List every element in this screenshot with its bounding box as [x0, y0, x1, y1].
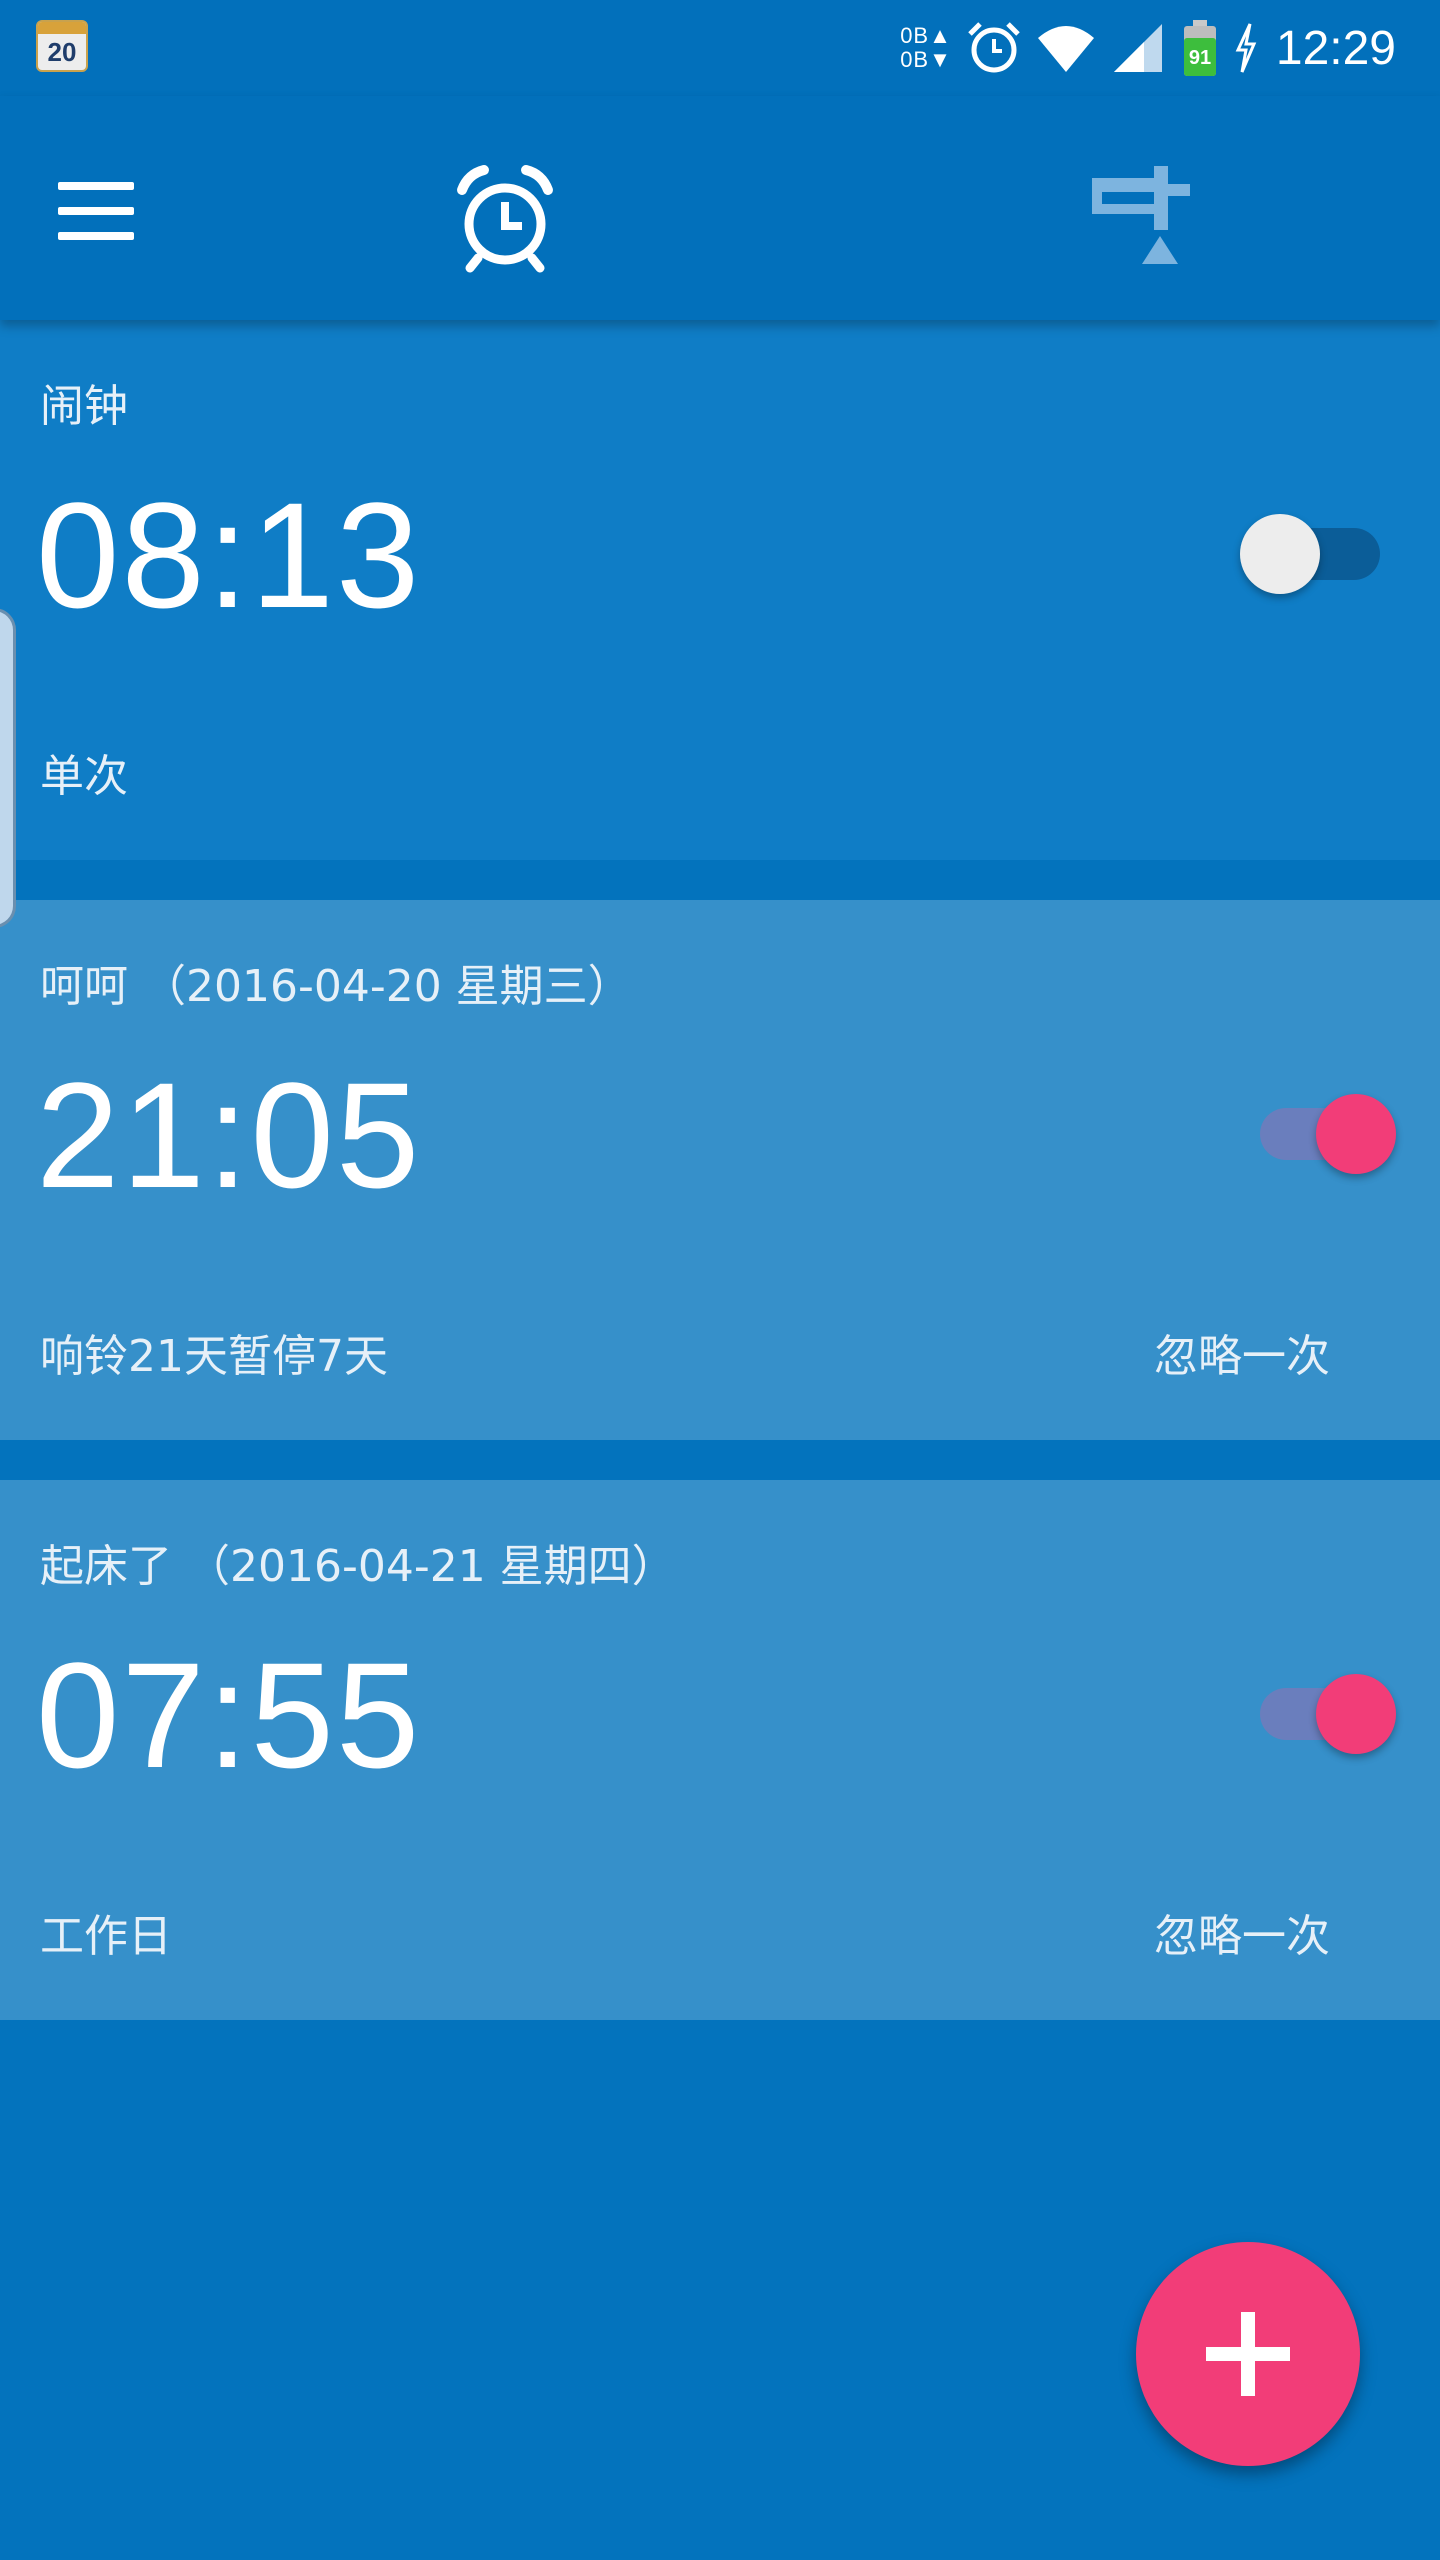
alarm-time[interactable]: 07:55 — [36, 1630, 421, 1800]
toggle-thumb — [1316, 1094, 1396, 1174]
alarm-icon — [968, 22, 1020, 73]
status-icons: 0B▲ 0B▼ 91 12:29 — [900, 0, 1396, 96]
charging-icon — [1235, 23, 1257, 73]
wifi-icon — [1037, 26, 1094, 72]
alarm-toggle[interactable] — [1246, 1084, 1396, 1174]
network-speed: 0B▲ 0B▼ — [900, 24, 952, 72]
calendar-icon: 20 — [36, 20, 88, 72]
alarm-clock-icon — [457, 165, 553, 273]
skip-once-button[interactable]: 忽略一次 — [1154, 1900, 1330, 1964]
signal-icon — [1113, 24, 1162, 72]
app-bar — [0, 96, 1440, 320]
calendar-day: 20 — [47, 37, 77, 67]
toggle-thumb — [1316, 1674, 1396, 1754]
timer-icon — [1092, 166, 1190, 264]
toggle-thumb — [1240, 514, 1320, 594]
alarm-time[interactable]: 21:05 — [36, 1050, 421, 1220]
alarm-repeat: 工作日 — [40, 1911, 172, 1962]
menu-icon[interactable] — [40, 156, 150, 266]
battery-level: 91 — [1189, 47, 1211, 69]
alarm-card[interactable]: 起床了 （2016-04-21 星期四） 07:55 工作日 忽略一次 — [0, 1480, 1440, 2020]
drawer-edge-handle[interactable] — [0, 608, 16, 928]
skip-once-button[interactable]: 忽略一次 — [1154, 1320, 1330, 1384]
alarm-card[interactable]: 闹钟 08:13 单次 — [0, 320, 1440, 860]
plus-icon — [1241, 2312, 1255, 2396]
alarm-label: 起床了 （2016-04-21 星期四） — [40, 1541, 676, 1592]
alarm-label: 呵呵 （2016-04-20 星期三） — [40, 961, 632, 1012]
alarm-card[interactable]: 呵呵 （2016-04-20 星期三） 21:05 响铃21天暂停7天 忽略一次 — [0, 900, 1440, 1440]
net-up: 0B▲ — [900, 23, 952, 48]
tab-alarm[interactable] — [440, 154, 570, 284]
alarm-time[interactable]: 08:13 — [36, 470, 421, 640]
alarm-toggle[interactable] — [1240, 504, 1390, 594]
calendar-icon-header — [38, 22, 86, 34]
battery-icon: 91 — [1183, 20, 1216, 76]
status-time: 12:29 — [1275, 21, 1396, 75]
tab-timer[interactable] — [1080, 154, 1210, 284]
status-bar: 20 0B▲ 0B▼ 91 12:29 — [0, 0, 1440, 96]
net-down: 0B▼ — [900, 47, 952, 72]
add-alarm-button[interactable] — [1136, 2242, 1360, 2466]
alarm-repeat: 单次 — [40, 751, 128, 802]
alarm-toggle[interactable] — [1246, 1664, 1396, 1754]
alarm-label: 闹钟 — [40, 381, 128, 432]
alarm-repeat: 响铃21天暂停7天 — [40, 1331, 388, 1382]
